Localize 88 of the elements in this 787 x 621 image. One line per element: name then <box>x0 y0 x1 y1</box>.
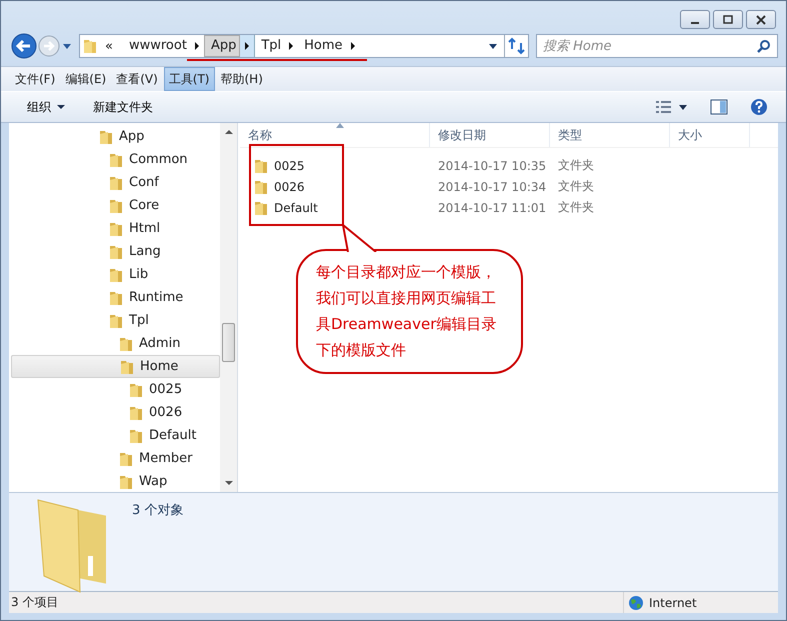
tree-item[interactable]: Home <box>11 355 220 378</box>
folder-icon <box>129 382 143 398</box>
view-list-icon[interactable] <box>656 100 672 114</box>
file-type: 文件夹 <box>557 178 595 195</box>
organize-button[interactable]: 组织 <box>21 96 71 118</box>
minimize-icon <box>691 22 699 24</box>
file-name[interactable]: 0026 <box>240 178 430 194</box>
tree-item[interactable]: Lib <box>11 263 220 286</box>
overflow-chevron[interactable]: « <box>105 38 113 54</box>
help-icon[interactable] <box>750 98 768 116</box>
tree-item[interactable]: App <box>11 125 220 148</box>
menu-item[interactable]: 工具(T) <box>164 67 214 91</box>
tree-item[interactable]: Core <box>11 194 220 217</box>
file-name[interactable]: 0025 <box>240 158 430 174</box>
file-type: 文件夹 <box>557 157 595 174</box>
modified-date: 2014-10-17 10:34 <box>437 180 548 194</box>
folder-icon <box>109 266 123 282</box>
search-field[interactable]: 搜索 Home <box>536 34 778 58</box>
folder-icon <box>254 158 268 174</box>
breadcrumb[interactable]: wwwroot <box>122 35 190 57</box>
file-name[interactable]: Default <box>240 200 430 216</box>
scroll-down-icon[interactable] <box>224 480 232 486</box>
breadcrumb[interactable]: Home <box>298 35 346 57</box>
scroll-up-icon[interactable] <box>224 129 232 135</box>
folder-icon <box>119 474 133 490</box>
scrollbar[interactable] <box>220 123 237 492</box>
modified-date: 2014-10-17 10:35 <box>437 158 548 172</box>
maximize-icon <box>722 14 734 24</box>
tree-item[interactable]: Conf <box>11 171 220 194</box>
new-folder-button[interactable]: 新建文件夹 <box>87 96 159 118</box>
menu-item[interactable]: 文件(F) <box>11 67 60 91</box>
address-dropdown-icon[interactable] <box>488 42 498 50</box>
folder-icon <box>109 198 123 214</box>
tree-item[interactable]: Admin <box>11 332 220 355</box>
breadcrumb[interactable]: App <box>204 35 240 57</box>
tree-item[interactable]: Tpl <box>11 309 220 332</box>
folder-icon <box>254 200 268 216</box>
back-button[interactable] <box>10 32 38 60</box>
column-header[interactable]: 大小 <box>670 123 750 147</box>
close-icon <box>755 14 767 24</box>
file-type: 文件夹 <box>557 199 595 216</box>
tree-item[interactable]: Default <box>11 424 220 447</box>
folder-icon <box>109 290 123 306</box>
column-header[interactable]: 修改日期 <box>430 123 550 147</box>
sort-arrow-icon <box>336 123 344 128</box>
globe-icon <box>628 594 644 610</box>
tree-item[interactable]: Lang <box>11 240 220 263</box>
folder-icon <box>119 450 133 466</box>
folder-icon <box>109 312 123 328</box>
tree-item[interactable]: Member <box>11 447 220 470</box>
folder-icon <box>254 178 268 194</box>
folder-icon <box>109 244 123 260</box>
folder-icon <box>83 38 97 54</box>
menu-item[interactable]: 帮助(H) <box>216 67 267 91</box>
folder-icon <box>109 174 123 190</box>
item-count: 3 个项目 <box>10 594 58 611</box>
folder-icon <box>129 428 143 444</box>
history-dropdown-icon[interactable] <box>62 42 72 50</box>
tree-item[interactable]: 0025 <box>11 378 220 401</box>
callout-text: 每个目录都对应一个模版，我们可以直接用网页编辑工具Dreamweaver编辑目录下的模版文件 <box>316 262 498 361</box>
folder-icon <box>109 220 123 236</box>
selection-summary: 3 个对象 <box>132 502 184 519</box>
folder-icon <box>129 404 143 420</box>
modified-date: 2014-10-17 11:01 <box>437 200 548 214</box>
search-icon[interactable] <box>757 39 771 53</box>
folder-icon <box>119 336 133 352</box>
close-button[interactable] <box>746 10 776 29</box>
folder-icon <box>99 128 113 144</box>
tree-item[interactable]: Html <box>11 217 220 240</box>
minimize-button[interactable] <box>680 10 710 29</box>
tree-item[interactable]: Common <box>11 148 220 171</box>
address-bar[interactable]: « wwwroot App Tpl Home <box>79 34 529 58</box>
tree-item[interactable]: Wap <box>11 470 220 492</box>
column-header[interactable]: 类型 <box>550 123 670 147</box>
scroll-thumb[interactable] <box>222 323 235 362</box>
view-dropdown-icon[interactable] <box>678 103 688 111</box>
tree-item[interactable]: Runtime <box>11 286 220 309</box>
tree-item[interactable]: 0026 <box>11 401 220 424</box>
folder-icon <box>109 152 123 168</box>
security-zone: Internet <box>649 596 697 610</box>
maximize-button[interactable] <box>713 10 743 29</box>
menu-item[interactable]: 查看(V) <box>112 67 162 91</box>
folder-icon <box>36 498 106 594</box>
menu-item[interactable]: 编辑(E) <box>61 67 110 91</box>
breadcrumb[interactable]: Tpl <box>255 35 284 57</box>
caret-icon <box>57 104 65 110</box>
folder-icon <box>120 358 134 374</box>
preview-pane-icon[interactable] <box>710 99 728 115</box>
